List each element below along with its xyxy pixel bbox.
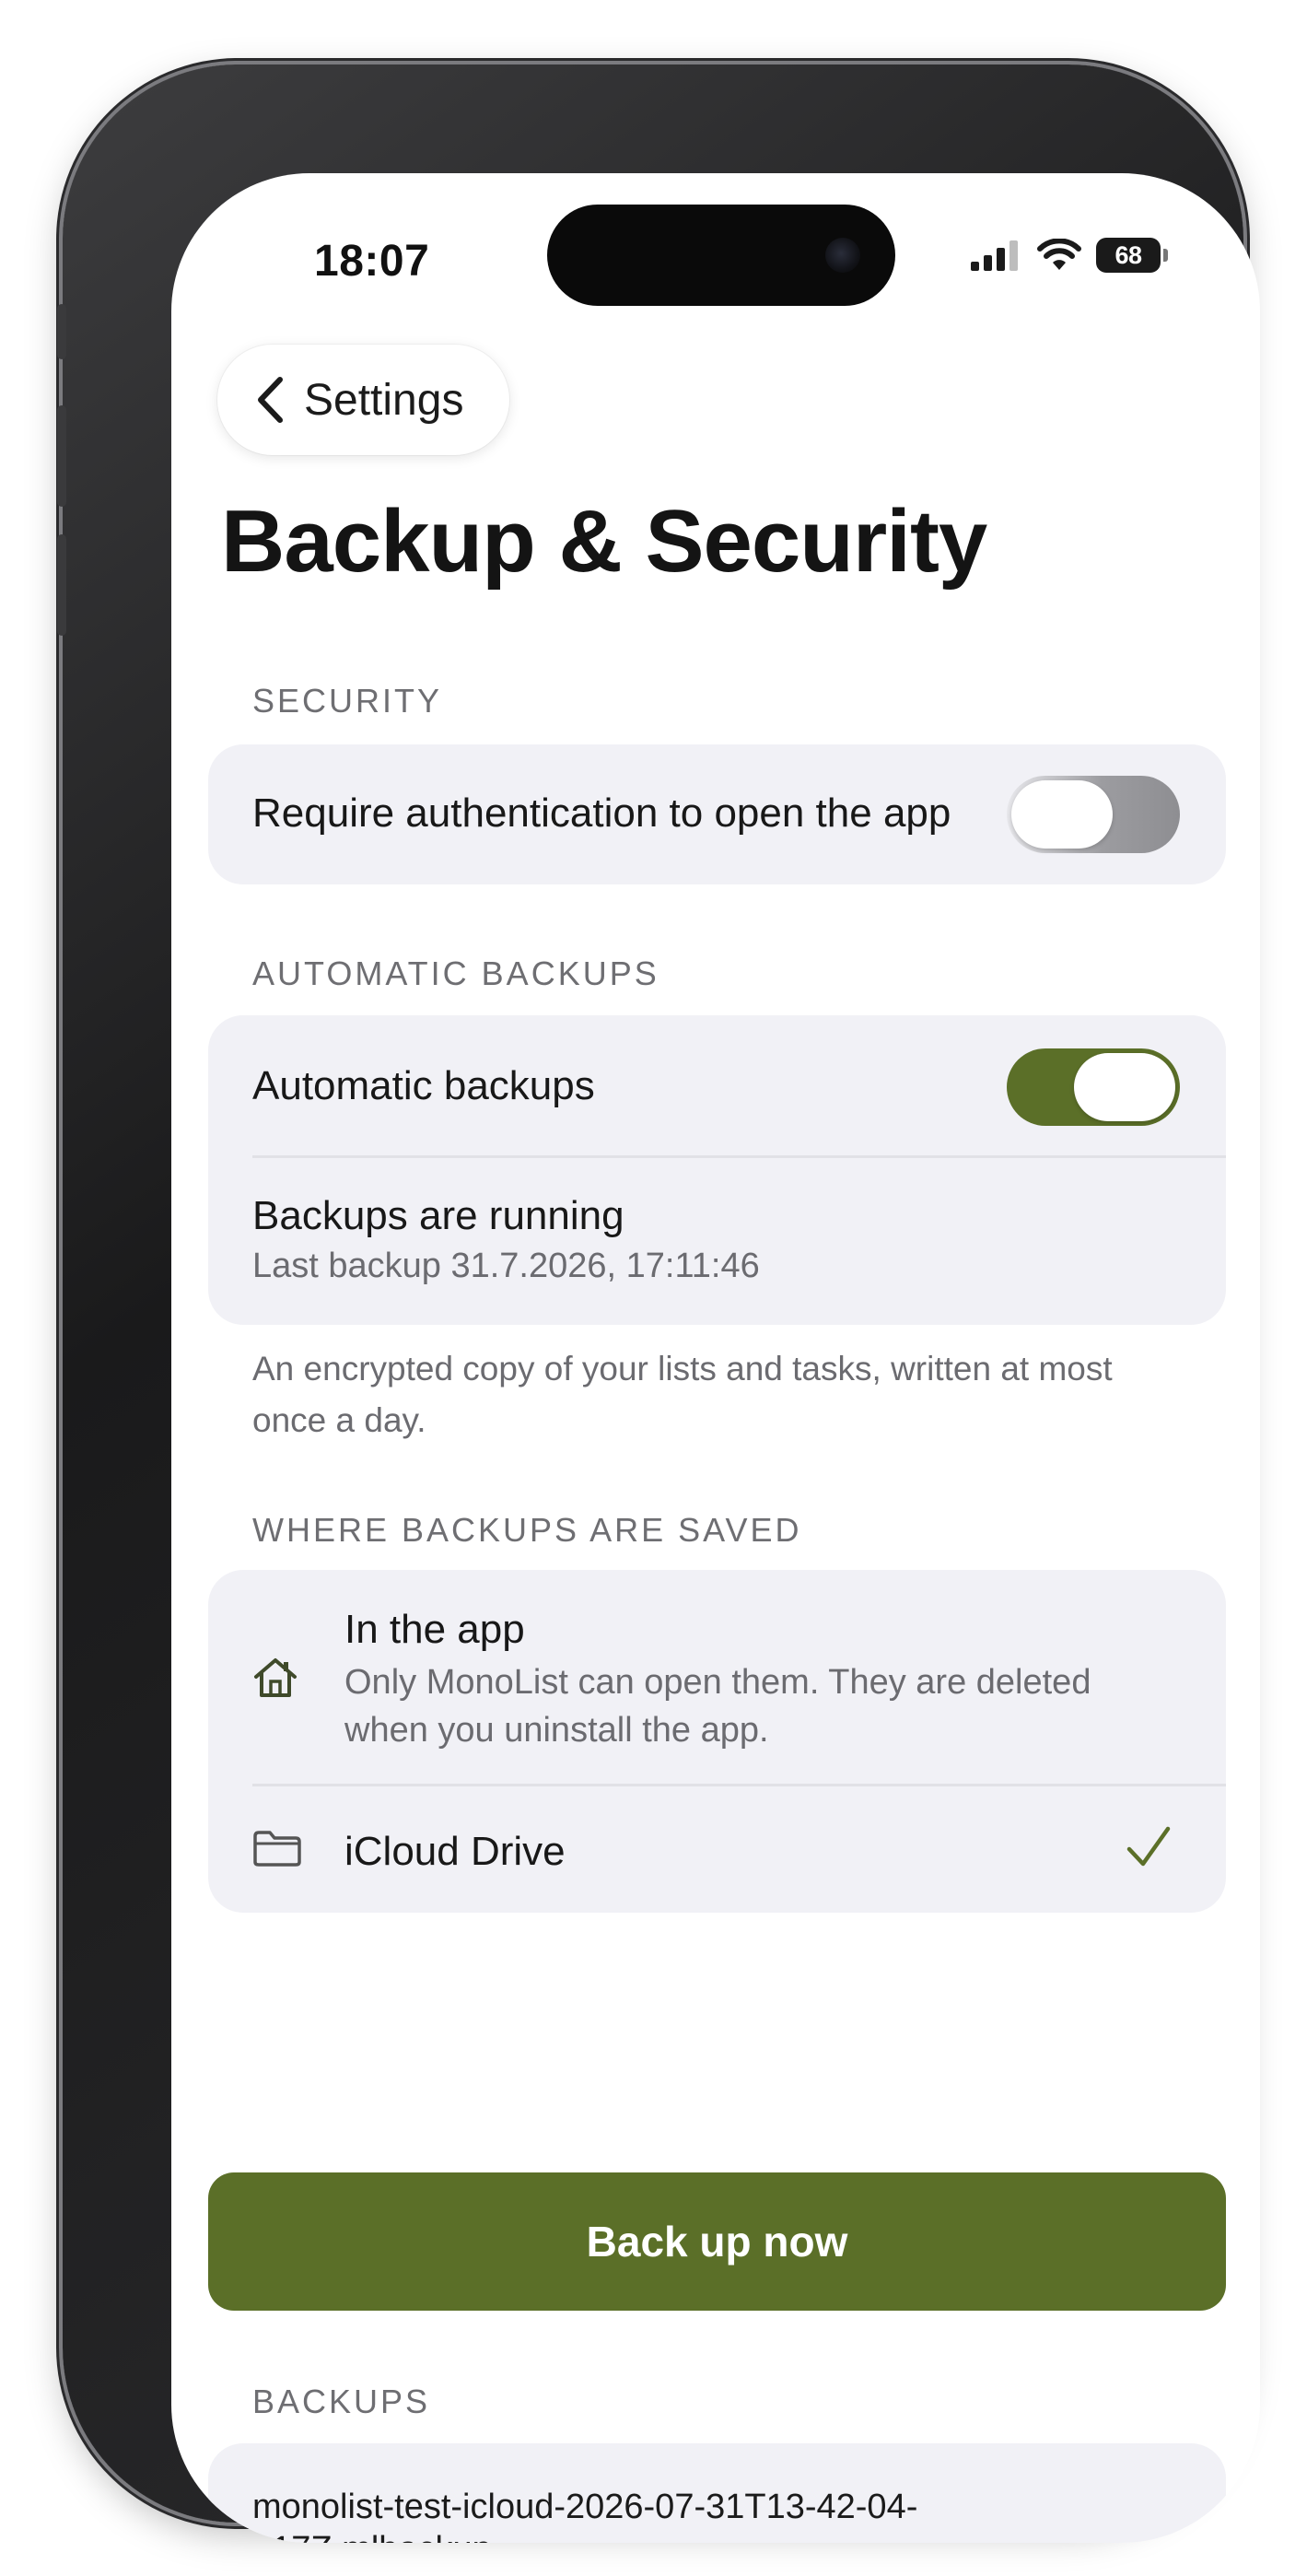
front-camera xyxy=(825,238,860,273)
require-auth-label: Require authentication to open the app xyxy=(252,790,951,836)
status-icons: 68 xyxy=(971,238,1168,273)
location-icloud-drive[interactable]: iCloud Drive xyxy=(208,1786,1226,1913)
toggle-knob xyxy=(1074,1053,1175,1121)
toggle-knob xyxy=(1011,780,1113,849)
security-card: Require authentication to open the app xyxy=(208,744,1226,884)
phone-frame: 18:07 68 Settings Backup & Security SECU… xyxy=(57,64,1260,2543)
volume-up-button xyxy=(57,405,66,507)
house-icon xyxy=(254,1658,297,1697)
backup-status-detail: Last backup 31.7.2026, 17:11:46 xyxy=(252,1247,760,1285)
location-in-app[interactable]: In the app Only MonoList can open them. … xyxy=(208,1570,1226,1784)
wifi-icon xyxy=(1037,239,1081,270)
action-button xyxy=(57,304,66,359)
require-auth-row: Require authentication to open the app xyxy=(208,744,1226,884)
backup-file-name: monolist-test-icloud-2026-07-31T13-42-04… xyxy=(252,2488,918,2543)
automatic-backups-footnote: An encrypted copy of your lists and task… xyxy=(252,1350,1113,1439)
back-button[interactable]: Settings xyxy=(217,345,510,455)
automatic-backups-card: Automatic backups Backups are running La… xyxy=(208,1015,1226,1325)
section-header-where-saved: WHERE BACKUPS ARE SAVED xyxy=(252,1511,802,1549)
screenshot-stage: 18:07 68 Settings Backup & Security SECU… xyxy=(0,0,1307,2576)
location-in-app-description: Only MonoList can open them. They are de… xyxy=(344,1663,1091,1750)
phone-screen: 18:07 68 Settings Backup & Security SECU… xyxy=(171,173,1260,2543)
list-item: monolist-test-icloud-2026-07-31T13-42-04… xyxy=(208,2443,1226,2543)
checkmark-icon xyxy=(1126,1826,1171,1867)
backup-status-row: Backups are running Last backup 31.7.202… xyxy=(208,1158,1226,1324)
signal-icon xyxy=(971,240,1018,271)
dynamic-island xyxy=(547,205,895,306)
back-up-now-button[interactable]: Back up now xyxy=(208,2172,1226,2311)
section-header-automatic-backups: AUTOMATIC BACKUPS xyxy=(252,954,659,992)
back-button-label: Settings xyxy=(304,375,464,425)
section-header-security: SECURITY xyxy=(252,682,443,720)
require-auth-toggle[interactable] xyxy=(1007,776,1180,853)
folder-icon xyxy=(253,1831,301,1867)
automatic-backups-toggle[interactable] xyxy=(1007,1048,1180,1126)
chevron-left-icon xyxy=(258,377,283,423)
location-icloud-label: iCloud Drive xyxy=(344,1829,566,1874)
battery-level: 68 xyxy=(1096,238,1161,273)
backup-locations-card: In the app Only MonoList can open them. … xyxy=(208,1570,1226,1913)
battery-nub xyxy=(1163,249,1168,262)
page-title: Backup & Security xyxy=(221,492,987,591)
automatic-backups-label: Automatic backups xyxy=(252,1063,595,1108)
section-header-backups: BACKUPS xyxy=(252,2383,431,2420)
location-in-app-title: In the app xyxy=(344,1607,525,1652)
backup-status-title: Backups are running xyxy=(252,1193,624,1238)
automatic-backups-row: Automatic backups xyxy=(208,1015,1226,1155)
backups-list-card: monolist-test-icloud-2026-07-31T13-42-04… xyxy=(208,2443,1226,2543)
volume-down-button xyxy=(57,534,66,636)
battery-icon: 68 xyxy=(1096,238,1168,273)
status-time: 18:07 xyxy=(314,237,430,286)
